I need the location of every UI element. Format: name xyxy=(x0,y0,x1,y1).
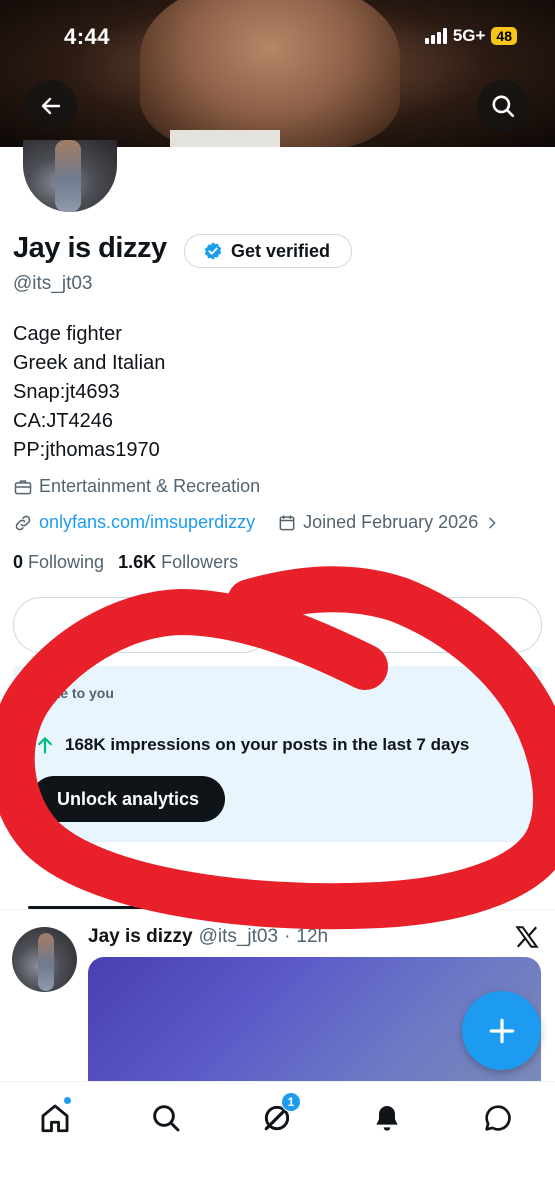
messages-badge: 1 xyxy=(281,1092,301,1112)
arrow-up-icon xyxy=(38,737,52,754)
search-icon xyxy=(492,95,515,118)
bio-line: CA:JT4246 xyxy=(13,410,114,432)
post-author-name[interactable]: Jay is dizzy xyxy=(88,926,193,948)
bottom-navigation: 1 xyxy=(0,1081,555,1200)
get-verified-label: Get verified xyxy=(231,240,331,261)
briefcase-icon xyxy=(14,479,32,494)
chat-bubble-icon xyxy=(485,1105,511,1131)
bell-icon xyxy=(376,1106,398,1131)
nav-notifications[interactable] xyxy=(367,1098,407,1138)
profile-avatar[interactable] xyxy=(23,140,117,212)
post-separator: · xyxy=(284,926,291,947)
signal-icon xyxy=(424,28,447,44)
category-label: Entertainment & Recreation xyxy=(39,476,261,496)
joined-label: Joined February 2026 xyxy=(303,512,479,532)
analytics-card: vate to you 168K impressions on your pos… xyxy=(13,666,542,842)
following-label: Following xyxy=(28,552,105,572)
arrow-left-icon xyxy=(41,97,61,115)
profile-category: Entertainment & Recreation xyxy=(13,476,260,497)
calendar-icon xyxy=(279,515,295,530)
avatar-figure xyxy=(38,933,54,991)
search-button[interactable] xyxy=(477,80,529,132)
nav-grok[interactable]: 1 xyxy=(257,1092,301,1138)
status-indicators: 5G+ 48 xyxy=(424,26,517,46)
back-button[interactable] xyxy=(25,80,77,132)
profile-action-button-secondary[interactable] xyxy=(285,597,542,653)
profile-action-button[interactable] xyxy=(13,597,271,653)
avatar-figure xyxy=(55,140,81,212)
follow-counts: 0 Following 1.6K Followers xyxy=(13,552,238,573)
compose-post-button[interactable] xyxy=(462,991,541,1070)
bio-line: Cage fighter xyxy=(13,323,122,345)
x-logo-icon xyxy=(514,924,540,955)
joined-date[interactable]: Joined February 2026 xyxy=(277,512,500,533)
following-count: 0 xyxy=(13,552,24,572)
nav-messages[interactable] xyxy=(478,1098,518,1138)
impressions-text: 168K impressions on your posts in the la… xyxy=(65,735,470,754)
post-author-avatar[interactable] xyxy=(12,927,77,992)
bio-line: Snap:jt4693 xyxy=(13,381,120,403)
banner-photo-torso xyxy=(140,0,400,147)
home-notification-dot xyxy=(63,1096,72,1105)
bio-line: Greek and Italian xyxy=(13,352,166,374)
post-author-handle[interactable]: @its_jt03 xyxy=(199,926,279,948)
profile-name: Jay is dizzy xyxy=(13,232,167,264)
post-header: Jay is dizzy @its_jt03 · 12h xyxy=(88,926,328,948)
search-icon xyxy=(153,1105,180,1132)
profile-link-row: onlyfans.com/imsuperdizzy Joined Februar… xyxy=(13,512,500,533)
get-verified-button[interactable]: Get verified xyxy=(184,234,352,268)
impressions-summary: 168K impressions on your posts in the la… xyxy=(35,735,469,755)
profile-bio: Cage fighter Greek and Italian Snap:jt46… xyxy=(13,320,165,465)
bio-line: PP:jthomas1970 xyxy=(13,439,160,461)
followers-label: Followers xyxy=(161,552,239,572)
post-time: 12h xyxy=(296,926,329,947)
nav-home[interactable] xyxy=(35,1096,75,1138)
tabs-divider xyxy=(0,909,555,910)
verified-badge-icon xyxy=(204,242,222,260)
plus-icon xyxy=(489,1018,514,1043)
home-icon xyxy=(41,1104,69,1133)
profile-banner[interactable] xyxy=(0,0,555,147)
followers-count: 1.6K xyxy=(118,552,157,572)
status-time: 4:44 xyxy=(64,24,111,49)
following-link[interactable]: 0 Following xyxy=(13,552,104,573)
profile-website-link[interactable]: onlyfans.com/imsuperdizzy xyxy=(39,512,255,533)
chevron-right-icon xyxy=(489,517,496,528)
profile-handle: @its_jt03 xyxy=(13,273,93,294)
network-type: 5G+ xyxy=(452,26,486,45)
battery-indicator: 48 xyxy=(491,27,517,45)
banner-photo-waistband xyxy=(170,130,280,147)
nav-search[interactable] xyxy=(146,1098,186,1138)
link-icon xyxy=(15,515,31,530)
private-to-you-label: vate to you xyxy=(40,685,114,701)
followers-link[interactable]: 1.6K Followers xyxy=(118,552,238,573)
unlock-analytics-button[interactable]: Unlock analytics xyxy=(31,776,225,822)
